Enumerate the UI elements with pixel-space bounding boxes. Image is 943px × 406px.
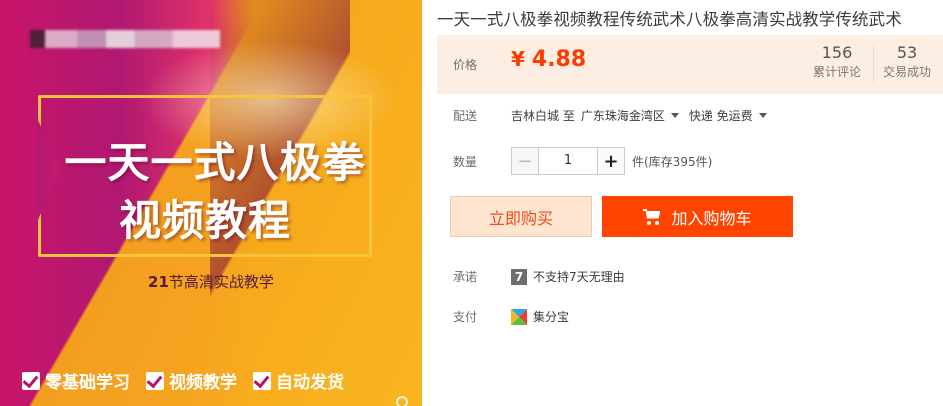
- payment-row: 支付 集分宝: [453, 308, 569, 325]
- quantity-row: 数量 − 1 + 件(库存395件): [453, 147, 712, 175]
- promise-text[interactable]: 不支持7天无理由: [533, 268, 625, 285]
- image-feature-list: 零基础学习 视频教学 自动发货: [22, 368, 344, 393]
- zoom-icon[interactable]: [396, 396, 408, 406]
- promise-row: 承诺 7 不支持7天无理由: [453, 268, 625, 285]
- price-label: 价格: [453, 58, 478, 72]
- shipping-label: 配送: [453, 109, 478, 123]
- payment-label: 支付: [453, 310, 478, 324]
- trades-stat: 53 交易成功: [877, 43, 937, 80]
- price-value: ¥ 4.88: [511, 47, 586, 72]
- image-title-line-1: 一天一式八极拳: [64, 138, 366, 187]
- image-subtitle-text: 节高清实战教学: [168, 273, 274, 291]
- shipping-destination-select[interactable]: 广东珠海金湾区: [581, 107, 689, 124]
- stock-info: 件(库存395件): [632, 154, 713, 169]
- shipping-method-select[interactable]: 快递 免运费: [689, 107, 777, 124]
- quantity-input[interactable]: 1: [539, 147, 597, 175]
- chevron-down-icon: [758, 113, 767, 118]
- stat-divider: [873, 46, 874, 82]
- chevron-down-icon: [670, 113, 679, 118]
- no-return-badge-icon: 7: [511, 268, 527, 285]
- shipping-method: 快递 免运费: [688, 109, 753, 123]
- image-title-line-2: 视频教程: [118, 196, 291, 245]
- image-subtitle: 21节高清实战教学: [0, 271, 422, 292]
- shipping-from: 吉林白城 至: [511, 109, 575, 123]
- trades-count: 53: [896, 43, 918, 62]
- shipping-destination: 广东珠海金湾区: [580, 109, 665, 123]
- product-title: 一天一式八极拳视频教程传统武术八极拳高清实战教学传统武术: [437, 10, 902, 29]
- checkbox-icon: [146, 371, 164, 390]
- cart-icon: [643, 208, 661, 225]
- feature-label: 自动发货: [276, 373, 344, 393]
- payment-method[interactable]: 集分宝: [533, 308, 569, 325]
- currency-symbol: ¥: [511, 47, 525, 71]
- reviews-count: 156: [821, 43, 853, 62]
- image-subtitle-number: 21: [148, 273, 169, 291]
- product-image[interactable]: 一天一式八极拳 视频教程 21节高清实战教学 零基础学习 视频教学 自动发货: [0, 0, 422, 406]
- feature-label: 视频教学: [169, 373, 237, 393]
- feature-label: 零基础学习: [45, 373, 130, 393]
- blurred-shop-logo: [30, 30, 220, 48]
- price-amount: 4.88: [531, 47, 587, 72]
- promise-label: 承诺: [453, 270, 478, 284]
- decrease-button[interactable]: −: [511, 147, 539, 175]
- feature-item: 自动发货: [253, 368, 344, 393]
- add-to-cart-button[interactable]: 加入购物车: [602, 196, 793, 237]
- add-to-cart-label: 加入购物车: [671, 208, 752, 228]
- checkbox-icon: [22, 371, 40, 390]
- price-panel: 价格 ¥ 4.88 156 累计评论 53 交易成功: [437, 35, 943, 94]
- shipping-row: 配送 吉林白城 至 广东珠海金湾区 快递 免运费: [453, 107, 777, 124]
- reviews-stat[interactable]: 156 累计评论: [807, 43, 867, 80]
- quantity-label: 数量: [453, 154, 478, 169]
- increase-button[interactable]: +: [597, 147, 625, 175]
- feature-item: 零基础学习: [22, 368, 130, 393]
- jifenbao-icon: [511, 308, 527, 325]
- reviews-label: 累计评论: [812, 65, 861, 79]
- quantity-stepper: − 1 +: [511, 147, 625, 175]
- feature-item: 视频教学: [146, 368, 237, 393]
- buy-now-button[interactable]: 立即购买: [450, 196, 592, 237]
- trades-label: 交易成功: [882, 65, 931, 79]
- checkbox-icon: [253, 371, 271, 390]
